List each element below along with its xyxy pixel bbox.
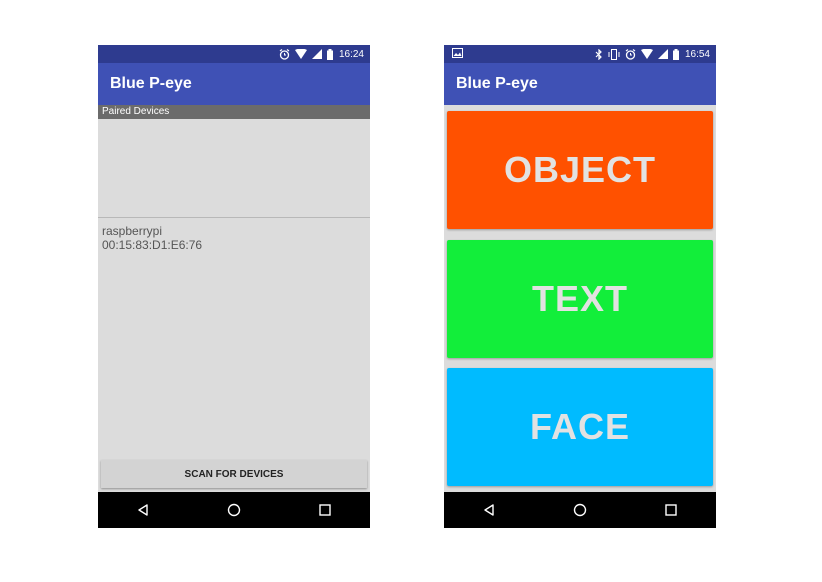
navigation-bar	[444, 492, 716, 528]
paired-devices-list	[98, 119, 370, 217]
home-icon[interactable]	[214, 492, 254, 528]
device-list-item[interactable]: raspberrypi 00:15:83:D1:E6:76	[102, 224, 202, 252]
signal-icon	[657, 49, 668, 59]
text-mode-button[interactable]: TEXT	[447, 240, 713, 358]
home-icon[interactable]	[560, 492, 600, 528]
recents-icon[interactable]	[651, 492, 691, 528]
app-title: Blue P-eye	[98, 63, 370, 105]
recents-icon[interactable]	[305, 492, 345, 528]
battery-icon	[672, 48, 679, 60]
alarm-icon	[625, 48, 636, 60]
app-title: Blue P-eye	[444, 63, 716, 105]
phone-screen-paired-devices: 16:24 Blue P-eye Paired Devices raspberr…	[98, 45, 370, 528]
back-icon[interactable]	[123, 492, 163, 528]
signal-icon	[311, 49, 322, 59]
list-divider	[98, 217, 370, 218]
status-bar: 16:54	[444, 45, 716, 63]
status-time: 16:24	[338, 48, 364, 60]
device-address: 00:15:83:D1:E6:76	[102, 238, 203, 252]
alarm-icon	[279, 48, 290, 60]
back-icon[interactable]	[469, 492, 509, 528]
face-mode-button[interactable]: FACE	[447, 368, 713, 486]
status-time: 16:54	[684, 48, 710, 60]
image-notification-icon	[452, 48, 463, 61]
phone-screen-mode-select: 16:54 Blue P-eye OBJECT TEXT FACE	[444, 45, 716, 528]
scan-for-devices-button[interactable]: SCAN FOR DEVICES	[101, 460, 367, 488]
device-name: raspberrypi	[102, 224, 163, 238]
object-mode-button[interactable]: OBJECT	[447, 111, 713, 229]
vibrate-icon	[608, 48, 620, 60]
bluetooth-icon	[595, 48, 603, 60]
section-header-paired-devices: Paired Devices	[98, 105, 370, 119]
battery-icon	[326, 48, 333, 60]
wifi-icon	[294, 49, 307, 59]
wifi-icon	[640, 49, 653, 59]
status-bar: 16:24	[98, 45, 370, 63]
navigation-bar	[98, 492, 370, 528]
